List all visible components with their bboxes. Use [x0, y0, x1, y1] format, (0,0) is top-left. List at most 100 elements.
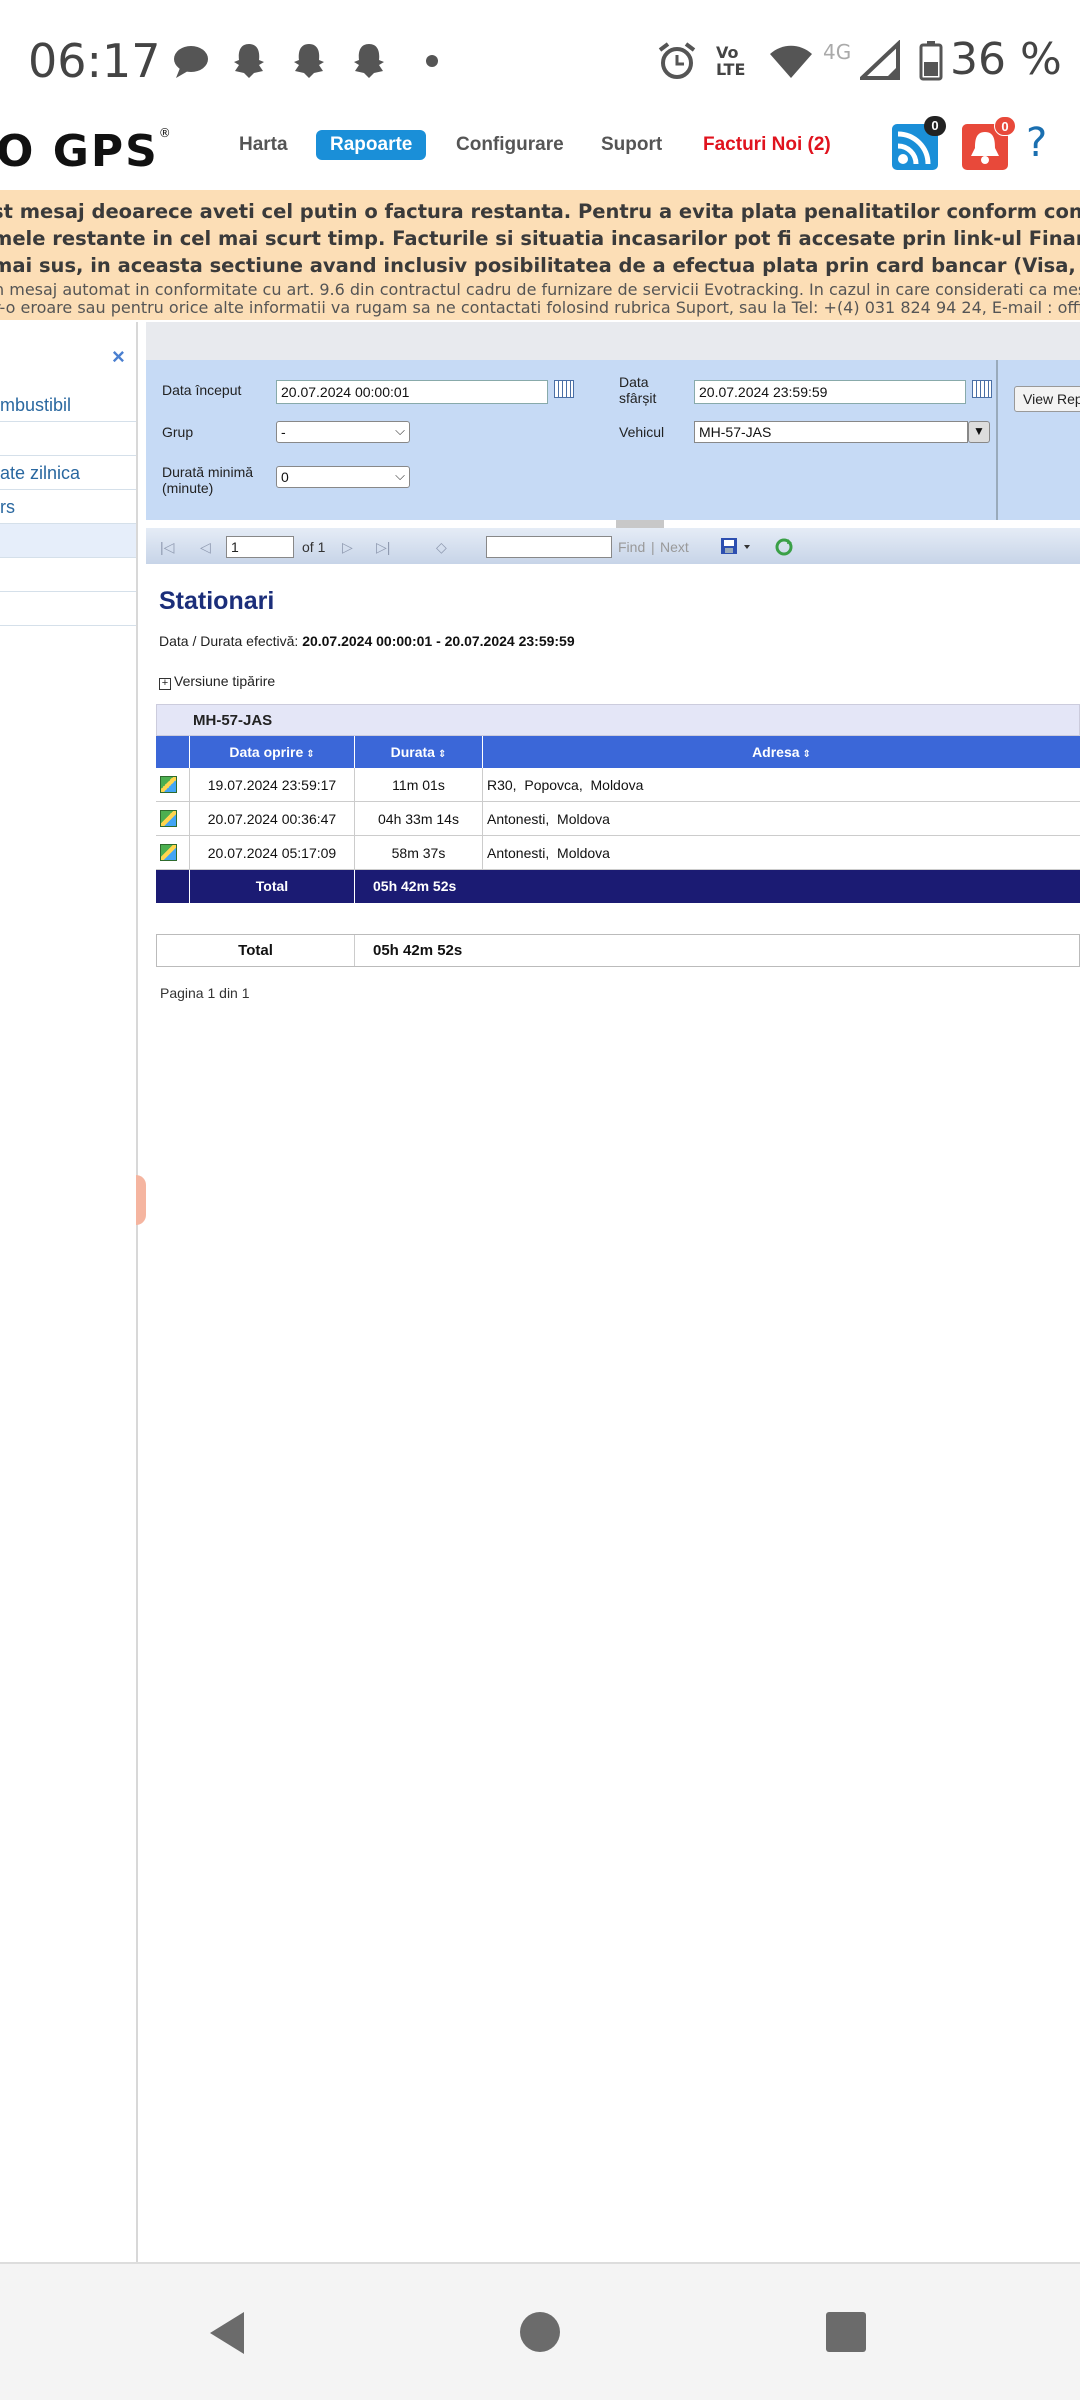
sidebar-item[interactable]	[0, 422, 136, 456]
chevron-down-icon: ⌵	[395, 423, 405, 438]
header-adresa[interactable]: Adresa ⇕	[483, 736, 1080, 768]
vehicle-label: Vehicul	[619, 424, 665, 440]
warning-line-3: mai sus, in aceasta sectiune avand inclu…	[0, 254, 1080, 277]
system-navigation-bar	[0, 2262, 1080, 2400]
nav-rapoarte[interactable]: Rapoarte	[316, 130, 427, 160]
rss-button[interactable]: 0	[892, 116, 946, 170]
filter-collapse-handle[interactable]	[616, 520, 664, 528]
header-label: Adresa	[752, 744, 800, 760]
map-cell[interactable]	[156, 836, 190, 870]
sort-icon[interactable]: ⇕	[306, 749, 314, 760]
nav-configurare[interactable]: Configurare	[456, 134, 564, 156]
more-dot-icon	[426, 55, 438, 67]
report-panel: Data început 20.07.2024 00:00:01 Data sf…	[146, 322, 1080, 2262]
notifications-button[interactable]: 0	[962, 116, 1016, 170]
map-cell[interactable]	[156, 768, 190, 802]
sort-icon[interactable]: ⇕	[438, 749, 446, 760]
map-cell[interactable]	[156, 802, 190, 836]
warning-small-1: n mesaj automat in conformitate cu art. …	[0, 280, 1080, 299]
sidebar-collapse-handle[interactable]	[136, 1175, 146, 1225]
home-nav-icon[interactable]	[518, 2310, 562, 2354]
status-time: 06:17	[28, 34, 161, 88]
volte-indicator: Vo LTE	[716, 43, 746, 79]
print-version-link[interactable]: + Versiune tipărire	[159, 673, 275, 690]
view-report-button[interactable]: View Rep	[1014, 386, 1080, 412]
first-page-icon[interactable]: |◁	[160, 539, 174, 556]
min-duration-value: 0	[281, 469, 289, 485]
vehicle-dropdown-button[interactable]: ▼	[968, 421, 990, 443]
find-separator: |	[651, 539, 655, 555]
sidebar-item-selected[interactable]	[0, 524, 136, 558]
vehicle-select-value: MH-57-JAS	[699, 424, 772, 440]
nav-harta[interactable]: Harta	[239, 134, 288, 156]
top-navbar: O GPS® Harta Rapoarte Configurare Suport…	[0, 112, 1080, 188]
next-page-icon[interactable]: ▷	[342, 539, 353, 556]
overdue-invoice-warning: st mesaj deoarece aveti cel putin o fact…	[0, 190, 1080, 320]
nav-suport[interactable]: Suport	[601, 134, 662, 156]
vehicle-group-name: MH-57-JAS	[193, 712, 273, 729]
header-data-oprire[interactable]: Data oprire ⇕	[190, 736, 355, 768]
map-icon[interactable]	[160, 844, 177, 861]
chevron-down-icon: ⌵	[395, 468, 405, 483]
help-icon[interactable]: ?	[1026, 120, 1047, 166]
report-toolbar: |◁ ◁ 1 of 1 ▷ ▷| ◇ Find | Next	[146, 528, 1080, 564]
start-date-label: Data început	[162, 382, 242, 398]
sidebar-item[interactable]	[0, 592, 136, 626]
stop-address: R30, Popovca, Moldova	[487, 777, 644, 793]
stop-address: Antonesti, Moldova	[487, 811, 610, 827]
start-date-input[interactable]: 20.07.2024 00:00:01	[276, 380, 548, 404]
table-header: Data oprire ⇕ Durata ⇕ Adresa ⇕	[156, 736, 1080, 768]
group-select[interactable]: - ⌵	[276, 421, 410, 443]
grand-total-label: Total	[157, 935, 355, 966]
refresh-icon[interactable]	[774, 537, 794, 557]
next-link[interactable]: Next	[660, 539, 689, 555]
vehicle-select[interactable]: MH-57-JAS	[694, 421, 968, 443]
header-durata[interactable]: Durata ⇕	[355, 736, 483, 768]
find-link[interactable]: Find	[618, 539, 645, 555]
report-title: Stationari	[159, 587, 275, 615]
recents-nav-icon[interactable]	[824, 2310, 868, 2354]
close-sidebar-icon[interactable]: ×	[112, 344, 125, 370]
stop-date: 20.07.2024 00:36:47	[190, 802, 355, 836]
end-date-input[interactable]: 20.07.2024 23:59:59	[694, 380, 966, 404]
sidebar-item-rs[interactable]: rs	[0, 490, 136, 524]
back-nav-icon[interactable]	[204, 2308, 250, 2358]
grand-total-row: Total 05h 42m 52s	[156, 934, 1080, 967]
sidebar-item[interactable]	[0, 558, 136, 592]
header-label: Data oprire	[229, 744, 304, 760]
calendar-icon[interactable]	[972, 380, 992, 398]
stop-address: Antonesti, Moldova	[487, 845, 610, 861]
snapchat-icon	[354, 44, 384, 78]
map-icon[interactable]	[160, 776, 177, 793]
report-period-label: Data / Durata efectivă:	[159, 633, 299, 649]
table-row: 20.07.2024 00:36:47 04h 33m 14s Antonest…	[156, 802, 1080, 836]
previous-page-icon[interactable]: ◁	[200, 539, 211, 556]
back-icon[interactable]: ◇	[436, 539, 447, 556]
header-label: Durata	[390, 744, 435, 760]
header-icon-col	[156, 736, 190, 768]
last-page-icon[interactable]: ▷|	[376, 539, 390, 556]
group-total-row: Total 05h 42m 52s	[156, 870, 1080, 903]
sidebar-item-combustibil[interactable]: mbustibil	[0, 388, 136, 422]
sidebar-item-date-zilnica[interactable]: ate zilnica	[0, 456, 136, 490]
nav-facturi-noi[interactable]: Facturi Noi (2)	[703, 134, 831, 156]
logo[interactable]: O GPS®	[0, 126, 173, 177]
map-icon[interactable]	[160, 810, 177, 827]
page-number-input[interactable]: 1	[226, 536, 294, 558]
report-top-strip	[146, 322, 1080, 360]
sort-icon[interactable]: ⇕	[803, 749, 811, 760]
alarm-icon	[658, 42, 696, 79]
signal-icon	[860, 40, 900, 80]
min-duration-select[interactable]: 0 ⌵	[276, 466, 410, 488]
expand-plus-icon: +	[159, 678, 171, 690]
find-input[interactable]	[486, 536, 612, 558]
warning-line-2: mele restante in cel mai scurt timp. Fac…	[0, 227, 1080, 250]
chevron-down-icon: ▼	[973, 424, 985, 438]
export-save-icon[interactable]	[720, 537, 754, 557]
group-select-value: -	[281, 424, 286, 440]
min-duration-label-1: Durată minimă	[162, 464, 254, 480]
end-date-label-1: Data	[619, 374, 649, 390]
calendar-icon[interactable]	[554, 380, 574, 398]
stop-duration: 04h 33m 14s	[355, 802, 483, 836]
snapchat-icon	[234, 44, 264, 78]
